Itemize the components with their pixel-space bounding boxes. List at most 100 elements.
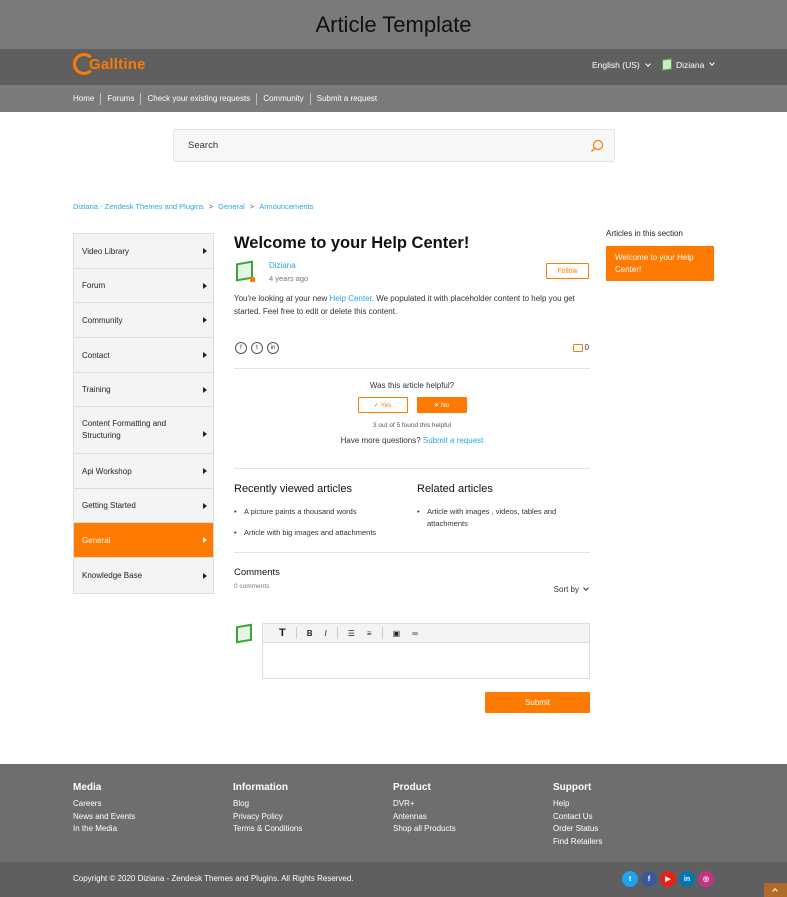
sidebar-item-community[interactable]: Community — [74, 303, 213, 338]
user-avatar-icon — [662, 58, 672, 71]
user-menu[interactable]: Diziana — [662, 58, 716, 71]
sidebar-item-label: Knowledge Base — [82, 571, 143, 580]
divider — [234, 552, 590, 553]
related-article-link[interactable]: Article with images , videos, tables and… — [417, 506, 587, 530]
facebook-icon[interactable]: f — [641, 871, 657, 887]
sidebar-item-label: Community — [82, 315, 123, 325]
brand-logo[interactable]: Galltine — [73, 53, 146, 75]
sidebar-item-label: Api Workshop — [82, 466, 132, 476]
image-icon[interactable]: ▣ — [387, 629, 407, 638]
footer-link[interactable]: DVR+ — [393, 798, 456, 811]
sidebar-item-forum[interactable]: Forum — [74, 269, 213, 303]
site-header: Galltine English (US) Diziana — [0, 49, 787, 85]
logo-text: Galltine — [89, 55, 146, 73]
comment-editor[interactable]: T B I ☰ ≡ ▣ ∞ — [262, 623, 590, 679]
footer-link[interactable]: In the Media — [73, 823, 135, 836]
link-icon[interactable]: ∞ — [406, 629, 424, 638]
section-article-link[interactable]: Welcome to your Help Center! — [606, 246, 714, 281]
twitter-icon[interactable]: t — [251, 342, 263, 354]
article-vote: Was this article helpful? ✓ Yes ✕ No 3 o… — [234, 369, 590, 468]
author-name[interactable]: Diziana — [269, 261, 296, 270]
vote-question: Was this article helpful? — [369, 381, 455, 390]
sidebar-item-contact[interactable]: Contact — [74, 338, 213, 373]
comment-count-value: 0 — [584, 343, 589, 352]
language-selector[interactable]: English (US) — [592, 60, 651, 70]
sidebar-item-content-formatting[interactable]: Content Formatting and Structuring — [74, 407, 213, 454]
sidebar-item-training[interactable]: Training — [74, 373, 213, 407]
copyright-text: Copyright © 2020 Diziana - Zendesk Theme… — [73, 874, 354, 883]
numbered-list-icon[interactable]: ≡ — [361, 629, 378, 638]
related-section: Recently viewed articles A picture paint… — [234, 469, 590, 552]
nav-forums[interactable]: Forums — [100, 92, 140, 105]
facebook-icon[interactable]: f — [235, 342, 247, 354]
sidebar-item-getting-started[interactable]: Getting Started — [74, 489, 213, 523]
youtube-icon[interactable]: ▶ — [660, 871, 676, 887]
caret-right-icon — [203, 317, 207, 323]
chevron-down-icon — [644, 60, 651, 67]
footer-column-product: Product DVR+ Antennas Shop all Products — [393, 782, 456, 836]
twitter-icon[interactable]: t — [622, 871, 638, 887]
bold-button[interactable]: B — [301, 629, 319, 638]
footer-column-title: Support — [553, 782, 592, 793]
sidebar-item-label: Video Library — [82, 246, 129, 256]
nav-check-requests[interactable]: Check your existing requests — [140, 92, 256, 105]
nav-home[interactable]: Home — [73, 93, 100, 105]
footer-link[interactable]: Find Retailers — [553, 836, 602, 849]
sidebar-item-video-library[interactable]: Video Library — [74, 234, 213, 269]
footer-column-media: Media Careers News and Events In the Med… — [73, 782, 135, 836]
caret-right-icon — [203, 502, 207, 509]
related-articles-title: Related articles — [417, 483, 493, 495]
footer-link[interactable]: News and Events — [73, 811, 135, 824]
caret-right-icon — [203, 468, 207, 474]
sort-dropdown[interactable]: Sort by — [554, 585, 589, 594]
search-icon[interactable] — [590, 139, 604, 153]
copyright-bar: Copyright © 2020 Diziana - Zendesk Theme… — [0, 862, 787, 897]
sidebar-item-knowledge-base[interactable]: Knowledge Base — [74, 558, 213, 593]
linkedin-icon[interactable]: in — [267, 342, 279, 354]
footer-link[interactable]: Contact Us — [553, 811, 602, 824]
bulleted-list-icon[interactable]: ☰ — [342, 629, 361, 638]
footer-link[interactable]: Blog — [233, 798, 302, 811]
italic-button[interactable]: I — [319, 629, 333, 638]
scroll-to-top-button[interactable] — [764, 883, 787, 897]
caret-right-icon — [203, 431, 207, 437]
footer-link[interactable]: Order Status — [553, 823, 602, 836]
search-placeholder: Search — [188, 140, 219, 151]
instagram-icon[interactable]: ◎ — [698, 871, 714, 887]
article-author: Diziana 4 years ago Follow — [234, 260, 590, 296]
vote-no-button[interactable]: ✕ No — [416, 397, 467, 413]
submit-request-link[interactable]: Submit a request — [423, 436, 483, 445]
search-input[interactable]: Search — [173, 129, 615, 162]
comment-composer: T B I ☰ ≡ ▣ ∞ — [234, 623, 590, 683]
section-articles-title: Articles in this section — [606, 229, 683, 238]
follow-button[interactable]: Follow — [546, 263, 589, 279]
sidebar-item-label: Contact — [82, 350, 110, 360]
sidebar-item-api-workshop[interactable]: Api Workshop — [74, 454, 213, 489]
text-style-button[interactable]: T — [273, 627, 292, 639]
nav-submit-request[interactable]: Submit a request — [309, 92, 383, 105]
breadcrumb-section[interactable]: Announcements — [259, 202, 313, 211]
comment-count[interactable]: 0 — [572, 343, 589, 352]
chevron-down-icon — [583, 585, 589, 591]
submit-comment-button[interactable]: Submit — [485, 692, 590, 713]
footer-link[interactable]: Terms & Conditions — [233, 823, 302, 836]
footer-column-title: Information — [233, 782, 288, 793]
template-banner: Article Template — [0, 0, 787, 49]
footer-link[interactable]: Help — [553, 798, 602, 811]
recent-article-link[interactable]: A picture paints a thousand words — [234, 506, 376, 518]
footer-link[interactable]: Antennas — [393, 811, 456, 824]
nav-community[interactable]: Community — [256, 92, 309, 105]
recent-article-link[interactable]: Article with big images and attachments — [234, 527, 376, 539]
footer-link[interactable]: Shop all Products — [393, 823, 456, 836]
caret-right-icon — [203, 352, 207, 358]
footer-link[interactable]: Careers — [73, 798, 135, 811]
footer-link[interactable]: Privacy Policy — [233, 811, 302, 824]
breadcrumb-home[interactable]: Diziana - Zendesk Themes and Plugins — [73, 202, 204, 211]
editor-toolbar: T B I ☰ ≡ ▣ ∞ — [263, 624, 589, 643]
linkedin-icon[interactable]: in — [679, 871, 695, 887]
breadcrumb-category[interactable]: General — [218, 202, 245, 211]
footer-column-support: Support Help Contact Us Order Status Fin… — [553, 782, 602, 848]
author-badge-icon — [250, 277, 255, 282]
vote-yes-button[interactable]: ✓ Yes — [357, 397, 408, 413]
sidebar-item-general[interactable]: General — [74, 523, 213, 558]
